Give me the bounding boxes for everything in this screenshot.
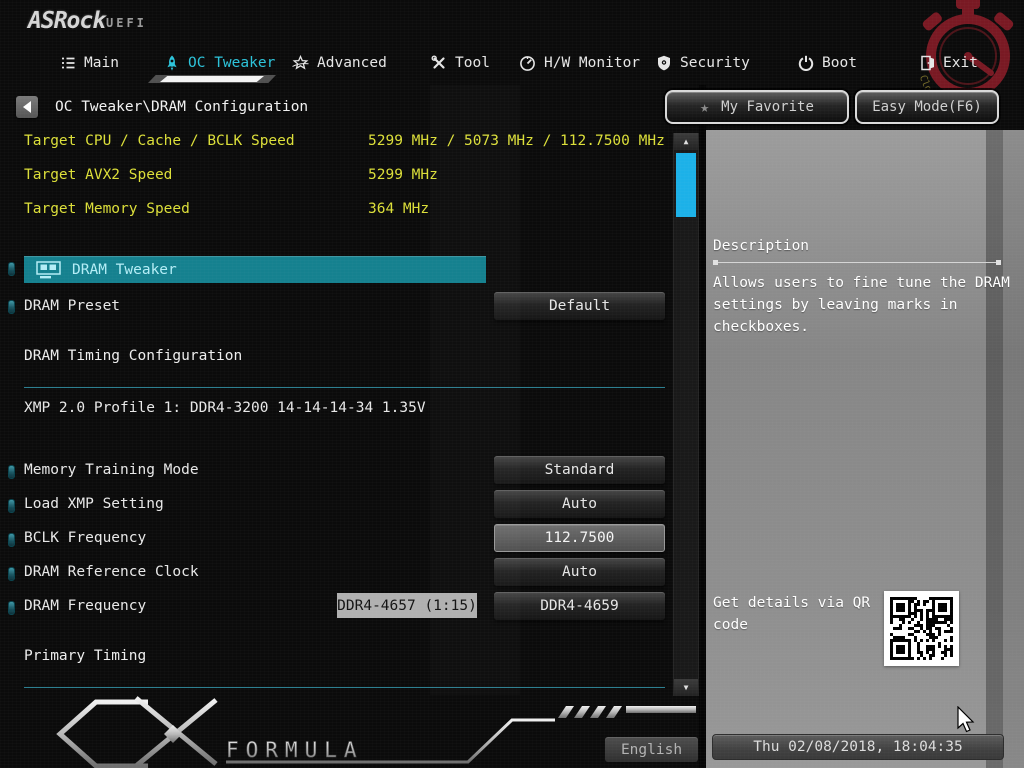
scrollbar-thumb[interactable] xyxy=(676,153,696,217)
target-avx2-label: Target AVX2 Speed xyxy=(24,167,172,183)
memory-training-label: Memory Training Mode xyxy=(24,462,199,478)
favorite-star-icon: ★ xyxy=(700,98,709,116)
exit-door-icon xyxy=(920,55,935,71)
asrock-logo: ASRock xyxy=(28,8,105,34)
tab-hw-monitor[interactable]: H/W Monitor xyxy=(519,50,640,76)
star-icon xyxy=(292,55,309,71)
description-title: Description xyxy=(713,238,809,254)
scrollbar[interactable]: ▲ ▼ xyxy=(673,133,699,696)
panel-shading xyxy=(986,130,1003,768)
qr-code xyxy=(890,597,953,660)
my-favorite-button[interactable]: ★ My Favorite xyxy=(665,90,849,124)
description-divider xyxy=(713,262,1001,263)
formula-text: FORMULA xyxy=(226,738,364,762)
row-bullet xyxy=(8,262,15,276)
easy-mode-button[interactable]: Easy Mode(F6) xyxy=(855,90,999,124)
language-button[interactable]: English xyxy=(605,737,698,762)
row-bullet xyxy=(8,567,15,581)
shield-icon xyxy=(656,55,672,71)
load-xmp-label: Load XMP Setting xyxy=(24,496,164,512)
section-divider xyxy=(24,687,665,688)
xmp-profile-text: XMP 2.0 Profile 1: DDR4-3200 14-14-14-34… xyxy=(24,400,426,416)
list-icon xyxy=(60,55,76,71)
panel-shading xyxy=(1003,130,1024,768)
row-bullet xyxy=(8,300,15,314)
tab-oc-tweaker[interactable]: OC Tweaker xyxy=(164,50,275,76)
active-tab-underline xyxy=(160,76,264,82)
panel-divider xyxy=(699,85,706,768)
uefi-screen: ASRock UEFI Clock/FM U Main OC Tweaker xyxy=(0,0,1024,768)
tab-main[interactable]: Main xyxy=(60,50,119,76)
tab-security[interactable]: Security xyxy=(656,50,750,76)
qr-label: Get details via QR code xyxy=(713,592,888,636)
row-bullet xyxy=(8,601,15,615)
breadcrumb: OC Tweaker\DRAM Configuration xyxy=(55,99,308,115)
target-memory-value: 364 MHz xyxy=(368,201,429,217)
tools-icon xyxy=(431,55,447,71)
dram-reference-clock-label: DRAM Reference Clock xyxy=(24,564,199,580)
bclk-frequency-label: BCLK Frequency xyxy=(24,530,146,546)
back-arrow-icon xyxy=(23,101,31,113)
description-text: Allows users to fine tune the DRAM setti… xyxy=(713,272,1015,338)
qr-box xyxy=(884,591,959,666)
description-panel: Description Allows users to fine tune th… xyxy=(706,130,1024,768)
back-button[interactable] xyxy=(16,96,38,118)
datetime-display: Thu 02/08/2018, 18:04:35 xyxy=(712,734,1004,760)
dram-tweaker-icon xyxy=(36,261,62,279)
uefi-logo-text: UEFI xyxy=(106,16,147,30)
target-cpu-label: Target CPU / Cache / BCLK Speed xyxy=(24,133,295,149)
dram-frequency-badge: DDR4-4657 (1:15) xyxy=(337,593,477,618)
rocket-icon xyxy=(164,55,180,71)
tab-exit[interactable]: Exit xyxy=(920,50,978,76)
scroll-down-button[interactable]: ▼ xyxy=(674,679,698,696)
target-memory-label: Target Memory Speed xyxy=(24,201,190,217)
dram-preset-label: DRAM Preset xyxy=(24,298,120,314)
target-avx2-value: 5299 MHz xyxy=(368,167,438,183)
row-bullet xyxy=(8,533,15,547)
row-bullet xyxy=(8,465,15,479)
tab-boot[interactable]: Boot xyxy=(798,50,857,76)
dram-tweaker-row[interactable]: DRAM Tweaker xyxy=(24,256,486,283)
tab-tool[interactable]: Tool xyxy=(431,50,490,76)
timing-section-title: DRAM Timing Configuration xyxy=(24,348,242,364)
tab-advanced[interactable]: Advanced xyxy=(292,50,387,76)
section-divider xyxy=(24,387,665,388)
dram-frequency-label: DRAM Frequency xyxy=(24,598,146,614)
gauge-icon xyxy=(519,55,536,72)
scroll-up-button[interactable]: ▲ xyxy=(674,133,698,150)
row-bullet xyxy=(8,499,15,513)
formula-logo: FORMULA xyxy=(0,694,700,768)
primary-section-title: Primary Timing xyxy=(24,648,146,664)
power-icon xyxy=(798,55,814,71)
